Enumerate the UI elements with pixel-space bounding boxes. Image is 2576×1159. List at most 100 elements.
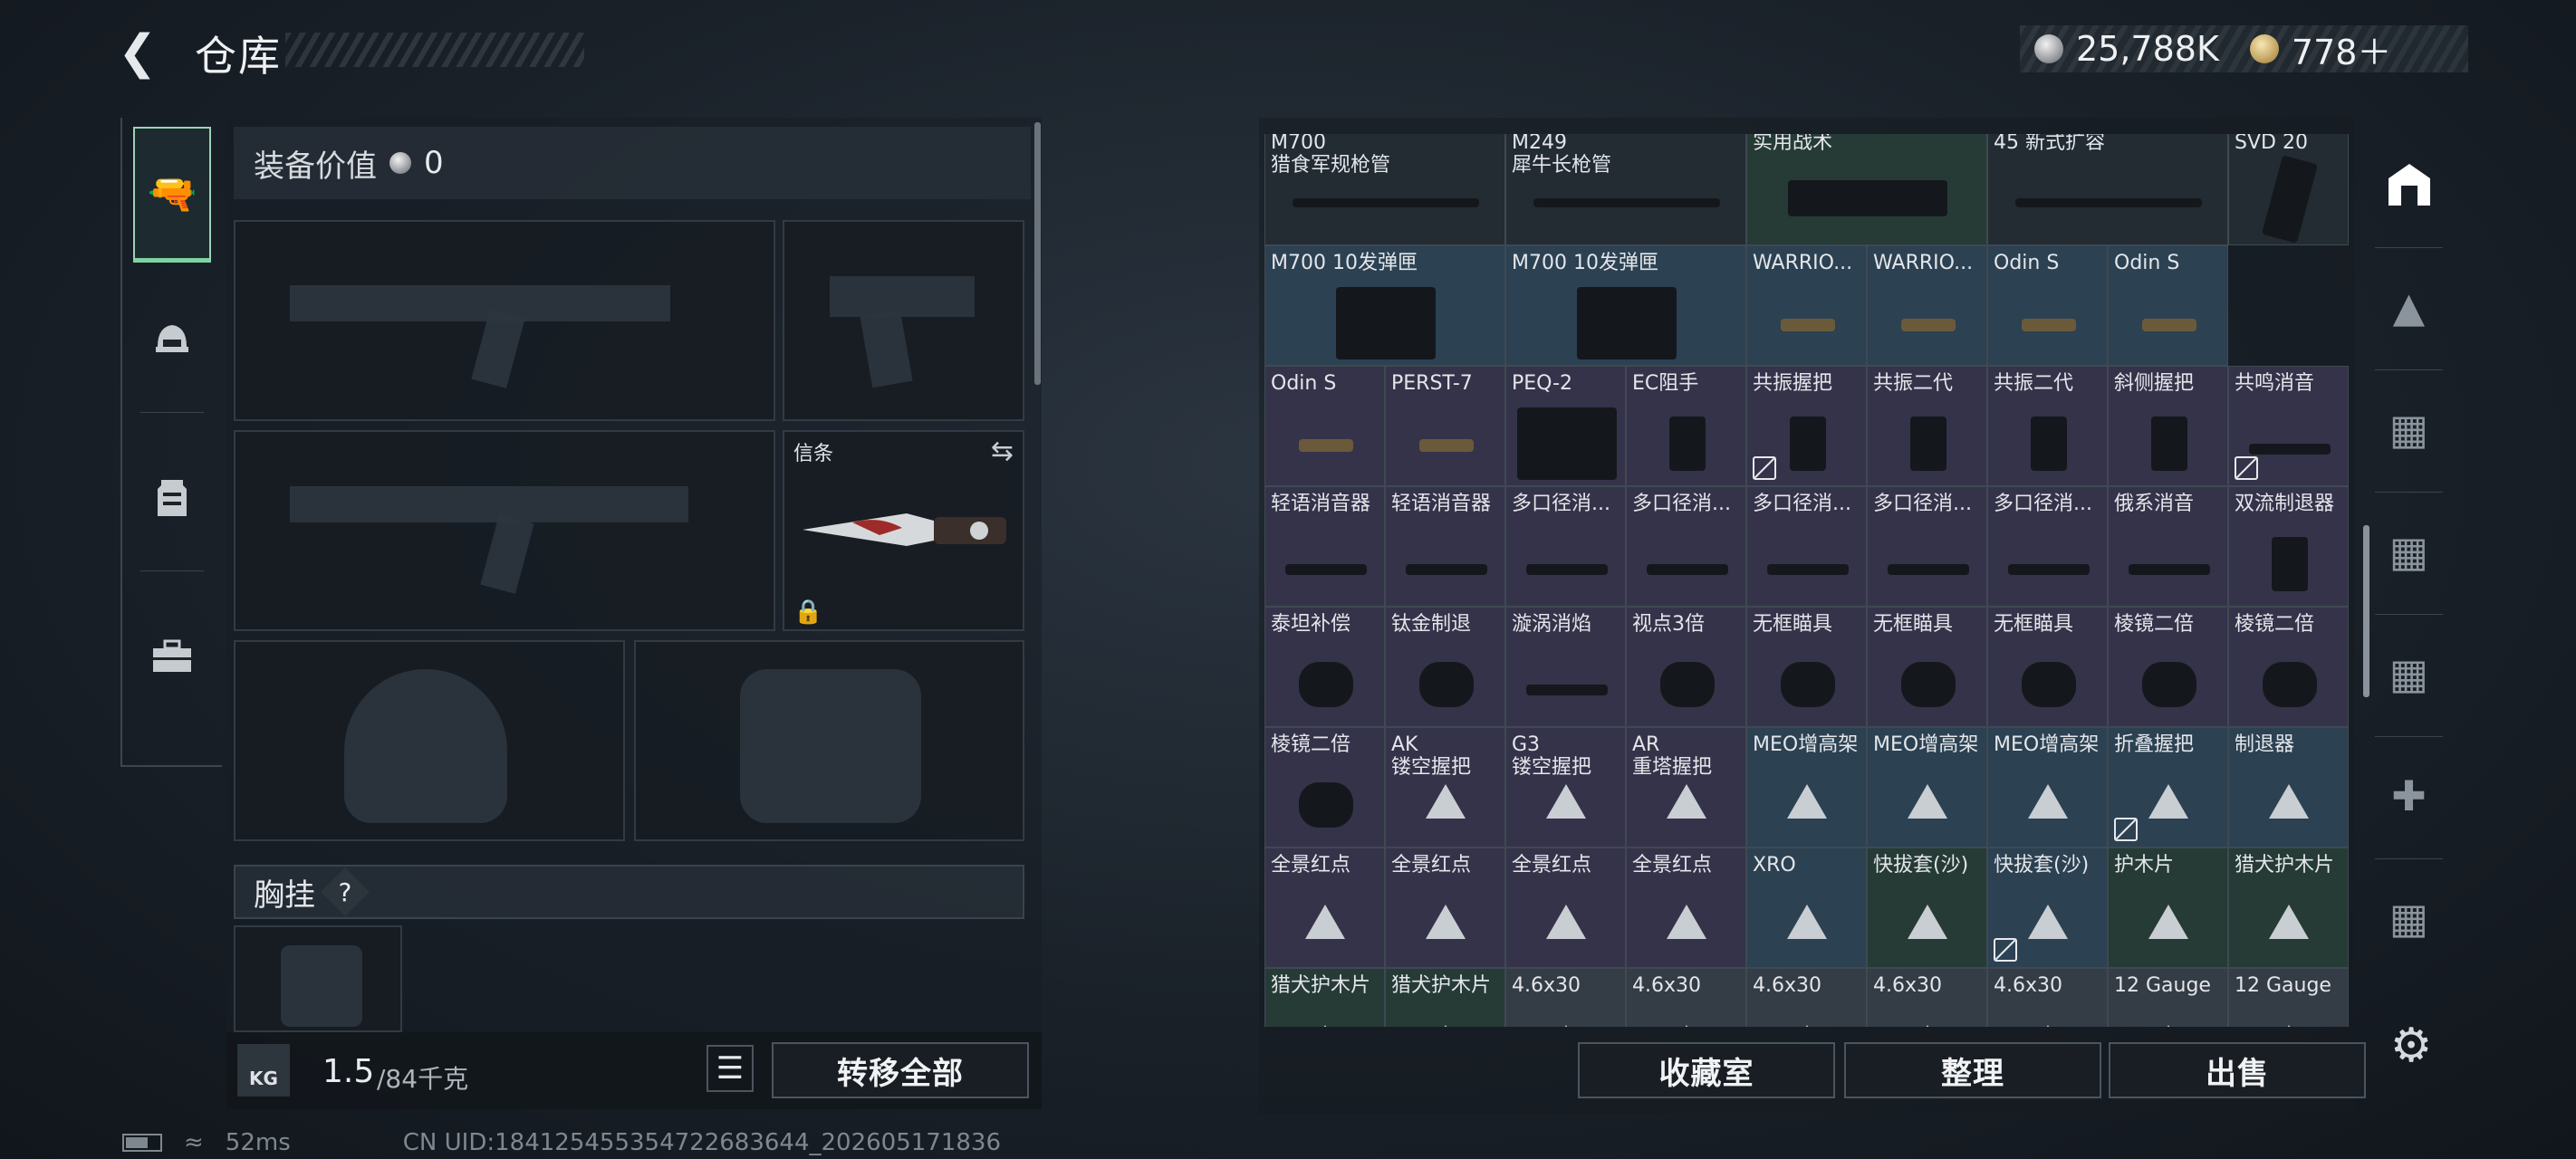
stash-item[interactable]: G3 镂空握把 xyxy=(1505,727,1626,848)
stash-item[interactable]: 4.6x30 xyxy=(1867,968,1987,1027)
stash-item[interactable]: 斜侧握把 xyxy=(2108,366,2228,486)
stash-item[interactable]: 多口径消... xyxy=(1746,486,1867,607)
stash-item[interactable]: M700 10发弹匣 xyxy=(1505,245,1746,366)
stash-item[interactable]: 全景红点 xyxy=(1264,848,1385,968)
stash-item[interactable]: 钛金制退 xyxy=(1385,607,1505,727)
stash-grid[interactable]: M700 猎食军规枪管 M249 犀牛长枪管 实用战术 45 新式扩容 SVD 20 M7… xyxy=(1264,134,2351,1027)
stash-item[interactable]: 棱镜二倍 xyxy=(2228,607,2349,727)
unknown-item-icon xyxy=(1907,1025,1947,1027)
transfer-all-button[interactable]: 转移全部 xyxy=(772,1042,1029,1098)
primary-weapon-slot[interactable] xyxy=(234,220,775,421)
stash-item[interactable]: 多口径消... xyxy=(1987,486,2108,607)
stash-item[interactable]: 无框瞄具 xyxy=(1867,607,1987,727)
equipment-scrollbar[interactable] xyxy=(1034,122,1041,385)
stash-item[interactable]: AR 重塔握把 xyxy=(1626,727,1746,848)
stash-item[interactable]: Odin S xyxy=(2108,245,2228,366)
stash-tab-4[interactable]: ▦ xyxy=(2366,498,2452,605)
gold-currency-value[interactable]: 778＋ xyxy=(2292,24,2392,74)
back-button[interactable]: ❮ xyxy=(118,25,172,80)
stash-item[interactable]: 实用战术 xyxy=(1746,134,1987,245)
rail-tab-weapons[interactable]: 🔫 xyxy=(133,127,211,263)
stash-item[interactable]: 共鸣消音 xyxy=(2228,366,2349,486)
stash-item[interactable]: 12 Gauge xyxy=(2108,968,2228,1027)
stash-item[interactable]: 无框瞄具 xyxy=(1987,607,2108,727)
stash-item[interactable]: 猎犬护木片 xyxy=(2228,848,2349,968)
stash-item[interactable]: WARRIO... xyxy=(1746,245,1867,366)
stash-item[interactable]: Odin S xyxy=(1987,245,2108,366)
stash-item[interactable]: PERST-7 xyxy=(1385,366,1505,486)
pistol-slot[interactable] xyxy=(783,220,1024,421)
list-view-button[interactable]: ☰ xyxy=(706,1045,754,1092)
stash-item[interactable]: 全景红点 xyxy=(1505,848,1626,968)
stash-tab-3[interactable]: ▦ xyxy=(2366,376,2452,483)
stash-item[interactable]: MEO增高架 xyxy=(1987,727,2108,848)
stash-item[interactable]: SVD 20 xyxy=(2228,134,2349,245)
secondary-weapon-slot[interactable] xyxy=(234,430,775,631)
chest-rig-slot[interactable] xyxy=(234,925,402,1032)
stash-tab-add[interactable]: ✚ xyxy=(2366,742,2452,849)
stash-item[interactable]: 全景红点 xyxy=(1385,848,1505,968)
swap-icon[interactable]: ⇆ xyxy=(991,436,1014,467)
stash-item[interactable]: 多口径消... xyxy=(1626,486,1746,607)
stash-item[interactable]: 棱镜二倍 xyxy=(2108,607,2228,727)
stash-item[interactable]: M700 猎食军规枪管 xyxy=(1264,134,1505,245)
rail-tab-armor[interactable] xyxy=(133,430,211,566)
stash-item[interactable]: 泰坦补偿 xyxy=(1264,607,1385,727)
collection-room-button[interactable]: 收藏室 xyxy=(1578,1042,1835,1098)
stash-item[interactable]: 猎犬护木片 xyxy=(1385,968,1505,1027)
stash-item[interactable]: M249 犀牛长枪管 xyxy=(1505,134,1746,245)
stash-item-name: 4.6x30 xyxy=(1994,974,2063,997)
stash-item[interactable]: 共振二代 xyxy=(1987,366,2108,486)
stash-item[interactable]: 棱镜二倍 xyxy=(1264,727,1385,848)
rail-tab-helmet[interactable] xyxy=(133,272,211,407)
stash-item[interactable]: 折叠握把 xyxy=(2108,727,2228,848)
stash-tab-home[interactable] xyxy=(2366,131,2452,238)
stash-item[interactable]: 猎犬护木片 xyxy=(1264,968,1385,1027)
stash-item[interactable]: 无框瞄具 xyxy=(1746,607,1867,727)
rail-tab-toolbox[interactable] xyxy=(133,589,211,724)
stash-tab-6[interactable]: ▦ xyxy=(2366,865,2452,972)
sell-button[interactable]: 出售 xyxy=(2109,1042,2366,1098)
stash-item[interactable]: 多口径消... xyxy=(1505,486,1626,607)
stash-item[interactable]: MEO增高架 xyxy=(1867,727,1987,848)
melee-slot[interactable]: 信条 ⇆ 🔒 xyxy=(783,430,1024,631)
helmet-slot[interactable] xyxy=(234,640,625,841)
stash-item[interactable]: 全景红点 xyxy=(1626,848,1746,968)
item-image-icon xyxy=(1298,662,1353,707)
stash-item[interactable]: 45 新式扩容 xyxy=(1987,134,2228,245)
stash-item[interactable]: AK 镂空握把 xyxy=(1385,727,1505,848)
arrange-button[interactable]: 整理 xyxy=(1844,1042,2101,1098)
stash-item[interactable]: 双流制退器 xyxy=(2228,486,2349,607)
stash-item[interactable]: 快拔套(沙) xyxy=(1987,848,2108,968)
helmet-silhouette-icon xyxy=(344,669,507,823)
stash-item[interactable]: M700 10发弹匣 xyxy=(1264,245,1505,366)
stash-item[interactable]: 4.6x30 xyxy=(1746,968,1867,1027)
stash-item-name: M700 10发弹匣 xyxy=(1271,252,1418,274)
stash-item[interactable]: 4.6x30 xyxy=(1987,968,2108,1027)
stash-item[interactable]: 4.6x30 xyxy=(1505,968,1626,1027)
help-icon[interactable]: ? xyxy=(321,867,370,916)
stash-item[interactable]: Odin S xyxy=(1264,366,1385,486)
stash-item[interactable]: MEO增高架 xyxy=(1746,727,1867,848)
armor-slot[interactable] xyxy=(634,640,1024,841)
stash-item[interactable]: WARRIO... xyxy=(1867,245,1987,366)
stash-item[interactable]: 视点3倍 xyxy=(1626,607,1746,727)
stash-item[interactable]: EC阻手 xyxy=(1626,366,1746,486)
stash-tab-2[interactable]: ▲ xyxy=(2366,254,2452,360)
stash-item[interactable]: 共振二代 xyxy=(1867,366,1987,486)
stash-item[interactable]: 制退器 xyxy=(2228,727,2349,848)
stash-item[interactable]: 俄系消音 xyxy=(2108,486,2228,607)
stash-item[interactable]: 护木片 xyxy=(2108,848,2228,968)
stash-item[interactable]: PEQ-2 xyxy=(1505,366,1626,486)
stash-item[interactable]: 漩涡消焰 xyxy=(1505,607,1626,727)
stash-item[interactable]: 4.6x30 xyxy=(1626,968,1746,1027)
stash-tab-5[interactable]: ▦ xyxy=(2366,620,2452,727)
stash-item[interactable]: 共振握把 xyxy=(1746,366,1867,486)
stash-item[interactable]: 12 Gauge xyxy=(2228,968,2349,1027)
stash-item[interactable]: XRO xyxy=(1746,848,1867,968)
stash-item[interactable]: 多口径消... xyxy=(1867,486,1987,607)
stash-item[interactable]: 轻语消音器 xyxy=(1264,486,1385,607)
stash-item[interactable]: 快拔套(沙) xyxy=(1867,848,1987,968)
stash-item[interactable]: 轻语消音器 xyxy=(1385,486,1505,607)
settings-gear-icon[interactable]: ⚙ xyxy=(2384,1019,2438,1073)
